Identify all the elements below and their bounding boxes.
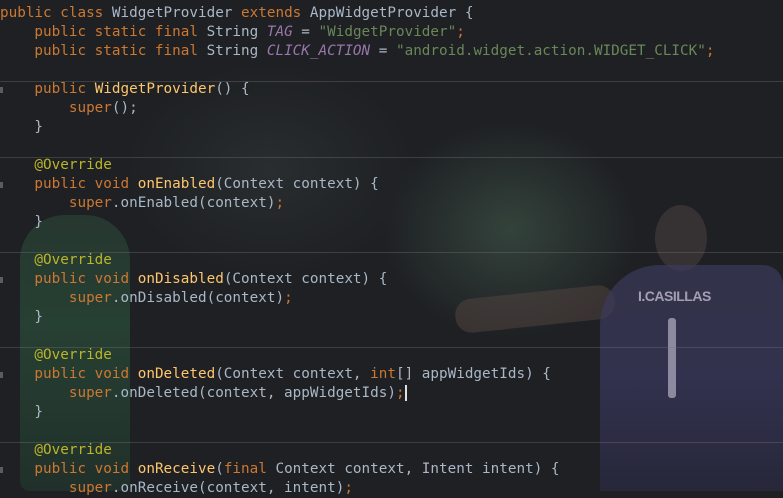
code-token: public static final	[0, 43, 207, 59]
code-line[interactable]: public void onDeleted(Context context, i…	[0, 365, 783, 384]
code-token: super	[0, 480, 112, 496]
code-line[interactable]: public void onReceive(final Context cont…	[0, 460, 783, 479]
code-token: onDisabled	[137, 271, 224, 287]
code-token: String	[206, 24, 267, 40]
code-line[interactable]: super.onDisabled(context);	[0, 289, 783, 308]
code-token: =	[370, 43, 396, 59]
code-token: .onReceive(context, intent)	[111, 480, 345, 496]
code-token: public void	[0, 366, 138, 382]
code-token: public class	[0, 5, 112, 21]
code-token: ;	[344, 480, 353, 496]
code-token: @Override	[0, 252, 112, 268]
code-token: int	[370, 366, 396, 382]
code-token: TAG	[266, 24, 293, 40]
code-token: }	[0, 214, 44, 230]
code-line[interactable]	[0, 327, 783, 346]
code-token: public void	[0, 176, 138, 192]
code-token: WidgetProvider	[94, 81, 216, 97]
code-token: super	[0, 100, 112, 116]
code-token: super	[0, 385, 112, 401]
code-token: (	[215, 461, 224, 477]
code-line[interactable]: public void onEnabled(Context context) {	[0, 175, 783, 194]
code-line[interactable]: super.onEnabled(context);	[0, 194, 783, 213]
code-line[interactable]: }	[0, 403, 783, 422]
code-line[interactable]	[0, 137, 783, 156]
code-token: onEnabled	[137, 176, 216, 192]
code-token: (Context context) {	[215, 176, 379, 192]
fold-marker-icon[interactable]	[0, 277, 3, 283]
code-editor[interactable]: public class WidgetProvider extends AppW…	[0, 0, 783, 496]
code-token: "android.widget.action.WIDGET_CLICK"	[395, 43, 706, 59]
fold-marker-icon[interactable]	[0, 182, 3, 188]
code-token: @Override	[0, 442, 112, 458]
code-token: onReceive	[137, 461, 216, 477]
code-token: AppWidgetProvider {	[309, 5, 474, 21]
code-token: }	[0, 119, 44, 135]
code-line[interactable]: public WidgetProvider() {	[0, 80, 783, 99]
code-token: super	[0, 290, 112, 306]
code-token: () {	[215, 81, 250, 97]
code-token: .onDeleted(context, appWidgetIds)	[111, 385, 396, 401]
code-token: (Context context,	[215, 366, 371, 382]
code-line[interactable]: @Override	[0, 251, 783, 270]
code-line[interactable]: public static final String TAG = "Widget…	[0, 23, 783, 42]
code-line[interactable]: }	[0, 118, 783, 137]
code-token: @Override	[0, 347, 112, 363]
code-line[interactable]: @Override	[0, 441, 783, 460]
code-line[interactable]	[0, 232, 783, 251]
code-token: extends	[241, 5, 310, 21]
code-token: }	[0, 309, 44, 325]
code-token: ;	[456, 24, 465, 40]
code-token: ;	[284, 290, 293, 306]
code-token: }	[0, 404, 44, 420]
code-token: onDeleted	[137, 366, 216, 382]
code-token: (Context context) {	[223, 271, 388, 287]
code-line[interactable]	[0, 422, 783, 441]
code-token: public void	[0, 271, 138, 287]
code-token: [] appWidgetIds) {	[395, 366, 551, 382]
code-line[interactable]: public static final String CLICK_ACTION …	[0, 42, 783, 61]
code-line[interactable]	[0, 61, 783, 80]
code-token: final	[223, 461, 276, 477]
fold-marker-icon[interactable]	[0, 372, 3, 378]
code-token: .onDisabled(context)	[111, 290, 285, 306]
fold-marker-icon[interactable]	[0, 87, 3, 93]
code-line[interactable]: @Override	[0, 156, 783, 175]
code-line[interactable]: }	[0, 213, 783, 232]
code-token: public static final	[0, 24, 207, 40]
code-token: ;	[705, 43, 715, 59]
code-token: ();	[111, 100, 138, 116]
code-line[interactable]: @Override	[0, 346, 783, 365]
code-token: =	[292, 24, 319, 40]
code-token: @Override	[0, 157, 112, 173]
code-token: public void	[0, 461, 138, 477]
code-token: ;	[275, 195, 285, 211]
code-token: ;	[395, 385, 405, 401]
code-line[interactable]: public void onDisabled(Context context) …	[0, 270, 783, 289]
code-line[interactable]: super();	[0, 99, 783, 118]
code-token: super	[0, 195, 112, 211]
code-token: CLICK_ACTION	[266, 43, 371, 59]
code-line[interactable]: public class WidgetProvider extends AppW…	[0, 4, 783, 23]
code-line[interactable]: super.onDeleted(context, appWidgetIds);	[0, 384, 783, 403]
code-line[interactable]: super.onReceive(context, intent);	[0, 479, 783, 498]
text-caret	[404, 385, 407, 401]
code-line[interactable]: }	[0, 308, 783, 327]
code-token: WidgetProvider	[111, 5, 242, 21]
code-token: "WidgetProvider"	[318, 24, 457, 40]
code-token: Context context, Intent intent) {	[275, 461, 560, 477]
fold-marker-icon[interactable]	[0, 467, 3, 473]
code-token: public	[0, 81, 95, 97]
code-token: String	[206, 43, 267, 59]
code-token: .onEnabled(context)	[111, 195, 276, 211]
